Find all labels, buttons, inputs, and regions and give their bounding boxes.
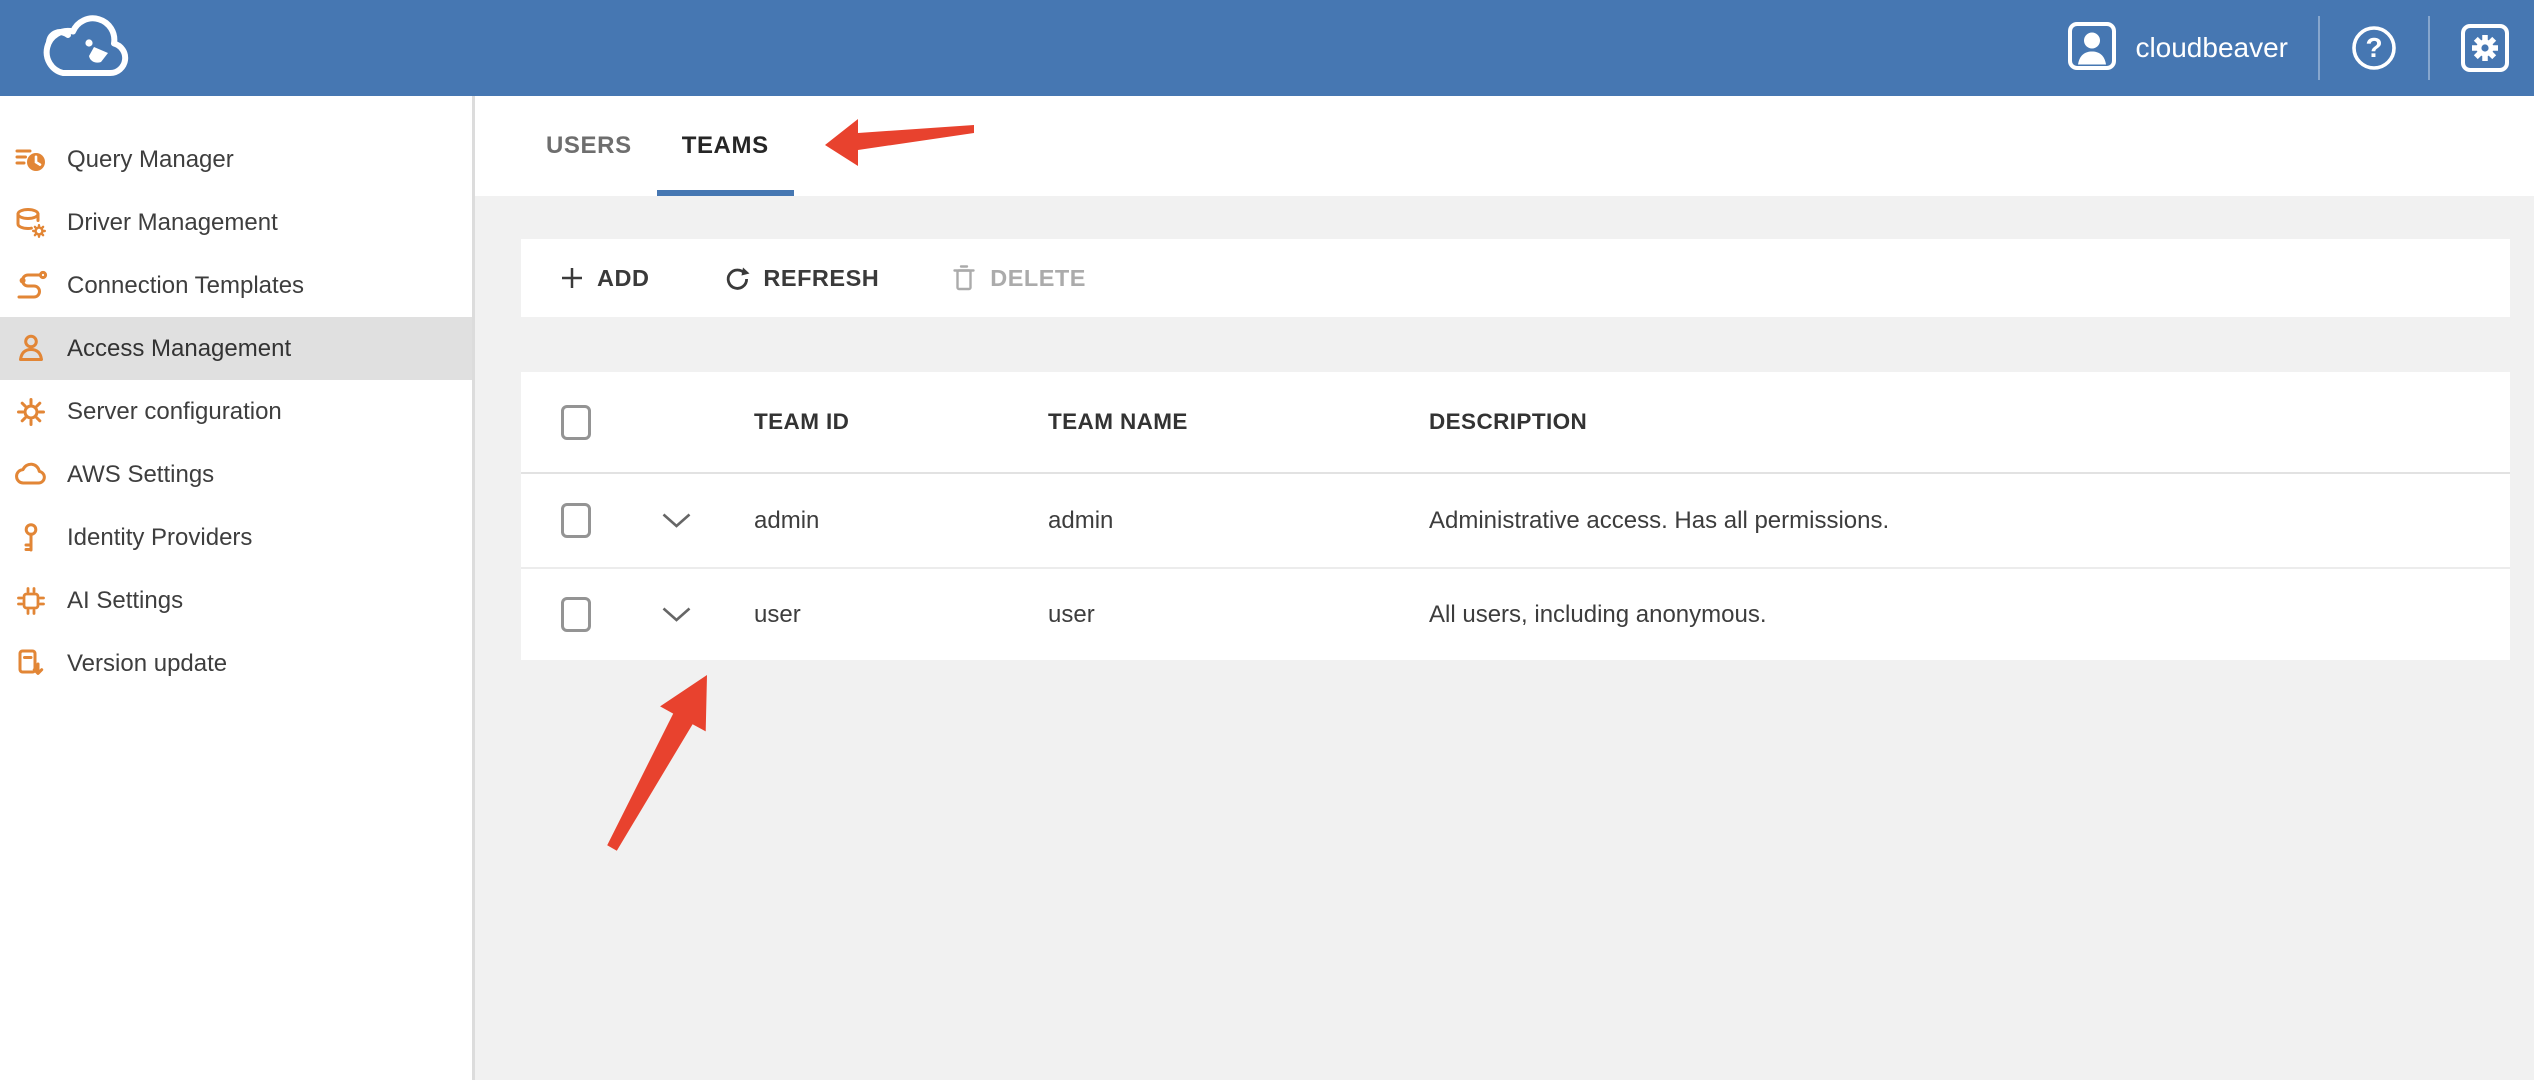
cell-team-name: user: [1048, 601, 1429, 629]
server-configuration-icon: [14, 395, 48, 429]
teams-content: ADD REFRESH DELETE: [475, 239, 2534, 660]
topbar: cloudbeaver ?: [0, 0, 2534, 96]
refresh-button-label: REFRESH: [763, 265, 879, 292]
tab-users-label: USERS: [546, 132, 632, 160]
table-row-user: user user All users, including anonymous…: [521, 567, 2510, 660]
delete-button-label: DELETE: [990, 265, 1086, 292]
sidebar-item-label: Server configuration: [67, 398, 282, 426]
refresh-button[interactable]: REFRESH: [723, 265, 879, 292]
select-all-checkbox[interactable]: [561, 405, 591, 440]
ai-chip-icon: [14, 584, 48, 618]
table-row-admin: admin admin Administrative access. Has a…: [521, 474, 2510, 567]
sidebar-item-version-update[interactable]: Version update: [0, 632, 472, 695]
header-team-id: TEAM ID: [754, 409, 1048, 435]
user-avatar-icon: [2067, 21, 2117, 76]
add-button-label: ADD: [597, 265, 649, 292]
chevron-down-icon[interactable]: [661, 606, 692, 623]
tab-teams[interactable]: TEAMS: [657, 96, 794, 196]
teams-toolbar: ADD REFRESH DELETE: [521, 239, 2510, 317]
header-description: DESCRIPTION: [1429, 409, 2510, 435]
sidebar-item-label: Query Manager: [67, 146, 234, 174]
delete-button[interactable]: DELETE: [951, 264, 1086, 292]
access-management-panel: USERS TEAMS ADD REFRESH: [475, 96, 2534, 1080]
sidebar-item-identity-providers[interactable]: Identity Providers: [0, 506, 472, 569]
chevron-down-icon[interactable]: [661, 512, 692, 529]
sidebar-item-query-manager[interactable]: Query Manager: [0, 128, 472, 191]
sidebar-item-ai-settings[interactable]: AI Settings: [0, 569, 472, 632]
sidebar-item-label: Identity Providers: [67, 524, 252, 552]
connection-templates-icon: [14, 269, 48, 303]
sidebar-item-aws-settings[interactable]: AWS Settings: [0, 443, 472, 506]
refresh-icon: [723, 265, 750, 292]
tabbar: USERS TEAMS: [475, 96, 2534, 196]
sidebar-item-label: Driver Management: [67, 209, 278, 237]
sidebar-item-label: Connection Templates: [67, 272, 304, 300]
sidebar-item-driver-management[interactable]: Driver Management: [0, 191, 472, 254]
aws-cloud-icon: [14, 458, 48, 492]
cell-team-name: admin: [1048, 507, 1429, 535]
topbar-divider: [2318, 16, 2320, 80]
driver-management-icon: [14, 206, 48, 240]
username: cloudbeaver: [2135, 32, 2288, 64]
topbar-divider: [2428, 16, 2430, 80]
teams-table: TEAM ID TEAM NAME DESCRIPTION admin admi…: [521, 372, 2510, 660]
key-icon: [14, 521, 48, 555]
topbar-actions: cloudbeaver ?: [2067, 0, 2510, 96]
access-management-icon: [14, 332, 48, 366]
add-button[interactable]: ADD: [560, 265, 649, 292]
sidebar-item-label: Version update: [67, 650, 227, 678]
header-team-name: TEAM NAME: [1048, 409, 1429, 435]
cell-description: All users, including anonymous.: [1429, 601, 2510, 629]
help-button[interactable]: ?: [2350, 24, 2398, 72]
sidebar-item-label: Access Management: [67, 335, 291, 363]
sidebar-item-label: AI Settings: [67, 587, 183, 615]
row-checkbox[interactable]: [561, 597, 591, 632]
plus-icon: [560, 266, 584, 290]
user-menu[interactable]: cloudbeaver: [2067, 21, 2288, 76]
table-header-row: TEAM ID TEAM NAME DESCRIPTION: [521, 372, 2510, 474]
cloudbeaver-logo[interactable]: [34, 5, 142, 92]
admin-sidebar: Query Manager Driver Management Connecti…: [0, 96, 475, 1080]
version-update-icon: [14, 647, 48, 681]
settings-gear-icon: [2460, 23, 2510, 73]
query-manager-icon: [14, 143, 48, 177]
row-checkbox[interactable]: [561, 503, 591, 538]
cell-description: Administrative access. Has all permissio…: [1429, 507, 2510, 535]
settings-button[interactable]: [2460, 23, 2510, 73]
cell-team-id: user: [754, 601, 1048, 629]
trash-icon: [951, 264, 977, 292]
sidebar-item-access-management[interactable]: Access Management: [0, 317, 472, 380]
tab-teams-label: TEAMS: [682, 132, 769, 160]
help-icon: ?: [2365, 32, 2382, 63]
sidebar-item-label: AWS Settings: [67, 461, 214, 489]
sidebar-item-connection-templates[interactable]: Connection Templates: [0, 254, 472, 317]
cell-team-id: admin: [754, 507, 1048, 535]
tab-users[interactable]: USERS: [521, 96, 657, 196]
sidebar-item-server-configuration[interactable]: Server configuration: [0, 380, 472, 443]
